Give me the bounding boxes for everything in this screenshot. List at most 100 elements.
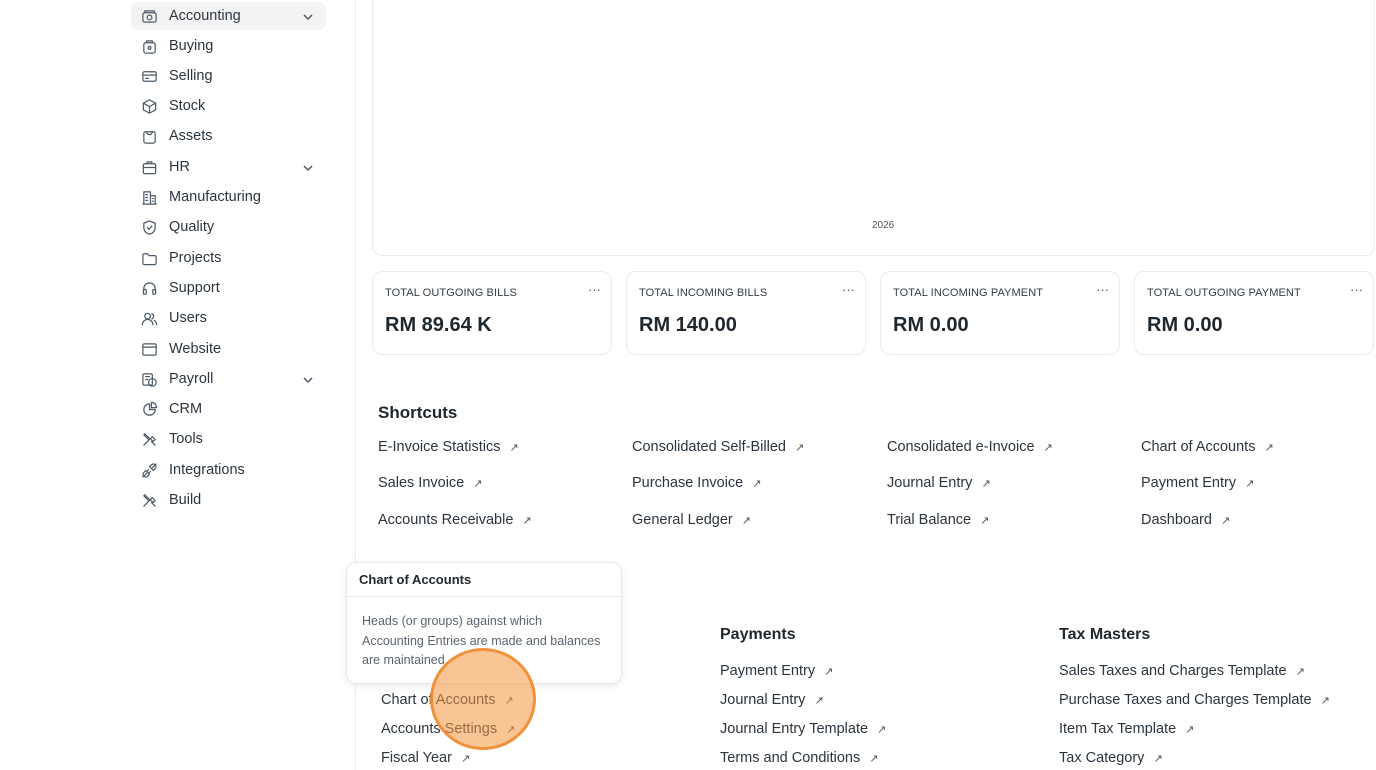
card-link-label: Item Tax Template: [1059, 721, 1177, 737]
sidebar-item-users[interactable]: Users: [131, 304, 326, 332]
sidebar-item-payroll[interactable]: Payroll: [131, 365, 326, 393]
sidebar-item-label: Assets: [169, 128, 213, 144]
card-link-purchase-taxes-template[interactable]: Purchase Taxes and Charges Template ↗: [1059, 692, 1330, 708]
payments-heading: Payments: [720, 626, 796, 643]
card-link-terms-and-conditions[interactable]: Terms and Conditions ↗: [720, 750, 878, 766]
sidebar-item-tools[interactable]: Tools: [131, 425, 326, 453]
arrow-up-right-icon: ↗: [824, 666, 834, 678]
build-icon: [140, 491, 158, 509]
shortcut-payment-entry[interactable]: Payment Entry ↗: [1141, 475, 1254, 491]
stat-card-title: TOTAL OUTGOING PAYMENT: [1147, 287, 1301, 299]
card-link-fiscal-year[interactable]: Fiscal Year ↗: [381, 750, 470, 766]
sidebar-item-projects[interactable]: Projects: [131, 244, 326, 272]
chevron-down-icon[interactable]: [302, 373, 314, 385]
chevron-down-icon[interactable]: [302, 161, 314, 173]
arrow-up-right-icon: ↗: [1295, 666, 1305, 678]
shortcut-journal-entry[interactable]: Journal Entry ↗: [887, 475, 991, 491]
arrow-up-right-icon: ↗: [522, 515, 532, 527]
arrow-up-right-icon: ↗: [1153, 753, 1163, 765]
stock-icon: [140, 97, 158, 115]
crm-icon: [140, 400, 158, 418]
shortcut-accounts-receivable[interactable]: Accounts Receivable ↗: [378, 512, 532, 528]
stat-card-total-incoming-payment[interactable]: TOTAL INCOMING PAYMENT ··· RM 0.00: [880, 271, 1120, 355]
shortcut-consolidated-e-invoice[interactable]: Consolidated e-Invoice ↗: [887, 439, 1053, 455]
sidebar-item-crm[interactable]: CRM: [131, 395, 326, 423]
sidebar-item-label: Buying: [169, 38, 214, 54]
sidebar-item-build[interactable]: Build: [131, 486, 326, 514]
sidebar-item-label: Manufacturing: [169, 189, 261, 205]
buying-icon: [140, 37, 158, 55]
sidebar-item-selling[interactable]: Selling: [131, 62, 326, 90]
sidebar-item-label: Projects: [169, 250, 222, 266]
users-icon: [140, 309, 158, 327]
stat-card-value: RM 89.64 K: [385, 314, 492, 336]
arrow-up-right-icon: ↗: [869, 753, 879, 765]
chevron-down-icon[interactable]: [302, 10, 314, 22]
arrow-up-right-icon: ↗: [1043, 442, 1053, 454]
sidebar-item-quality[interactable]: Quality: [131, 213, 326, 241]
integrations-icon: [140, 461, 158, 479]
sidebar-item-label: Accounting: [169, 8, 241, 24]
sidebar-item-label: Support: [169, 280, 220, 296]
shortcut-sales-invoice[interactable]: Sales Invoice ↗: [378, 475, 482, 491]
payroll-icon: [140, 370, 158, 388]
selling-icon: [140, 67, 158, 85]
shortcut-label: Dashboard: [1141, 512, 1212, 528]
shortcut-purchase-invoice[interactable]: Purchase Invoice ↗: [632, 475, 761, 491]
sidebar-item-assets[interactable]: Assets: [131, 122, 326, 150]
shortcut-general-ledger[interactable]: General Ledger ↗: [632, 512, 751, 528]
shortcut-dashboard[interactable]: Dashboard ↗: [1141, 512, 1230, 528]
sidebar-item-label: Integrations: [169, 462, 245, 478]
sidebar-item-website[interactable]: Website: [131, 335, 326, 363]
card-link-payment-entry[interactable]: Payment Entry ↗: [720, 663, 833, 679]
sidebar-item-integrations[interactable]: Integrations: [131, 456, 326, 484]
card-link-tax-category[interactable]: Tax Category ↗: [1059, 750, 1163, 766]
sidebar-item-label: Stock: [169, 98, 206, 114]
hr-icon: [140, 158, 158, 176]
sidebar-item-support[interactable]: Support: [131, 274, 326, 302]
shortcut-label: E-Invoice Statistics: [378, 439, 501, 455]
more-options-icon[interactable]: ···: [1350, 282, 1363, 297]
shortcut-chart-of-accounts[interactable]: Chart of Accounts ↗: [1141, 439, 1274, 455]
click-indicator: [430, 648, 536, 750]
shortcut-label: Chart of Accounts: [1141, 439, 1256, 455]
sidebar-item-manufacturing[interactable]: Manufacturing: [131, 183, 326, 211]
stat-card-total-outgoing-payment[interactable]: TOTAL OUTGOING PAYMENT ··· RM 0.00: [1134, 271, 1374, 355]
card-link-label: Purchase Taxes and Charges Template: [1059, 692, 1312, 708]
shortcut-trial-balance[interactable]: Trial Balance ↗: [887, 512, 989, 528]
more-options-icon[interactable]: ···: [842, 282, 855, 297]
arrow-up-right-icon: ↗: [814, 695, 824, 707]
card-link-journal-entry-template[interactable]: Journal Entry Template ↗: [720, 721, 886, 737]
card-link-journal-entry[interactable]: Journal Entry ↗: [720, 692, 824, 708]
card-link-sales-taxes-template[interactable]: Sales Taxes and Charges Template ↗: [1059, 663, 1305, 679]
website-icon: [140, 340, 158, 358]
stat-card-value: RM 0.00: [1147, 314, 1223, 336]
shortcut-label: Trial Balance: [887, 512, 972, 528]
arrow-up-right-icon: ↗: [473, 478, 483, 490]
more-options-icon[interactable]: ···: [588, 282, 601, 297]
arrow-up-right-icon: ↗: [980, 515, 990, 527]
accounting-icon: [140, 7, 158, 25]
stat-card-total-outgoing-bills[interactable]: TOTAL OUTGOING BILLS ··· RM 89.64 K: [372, 271, 612, 355]
stat-card-total-incoming-bills[interactable]: TOTAL INCOMING BILLS ··· RM 140.00: [626, 271, 866, 355]
shortcut-consolidated-self-billed[interactable]: Consolidated Self-Billed ↗: [632, 439, 804, 455]
shortcut-label: Journal Entry: [887, 475, 973, 491]
more-options-icon[interactable]: ···: [1096, 282, 1109, 297]
shortcut-e-invoice-statistics[interactable]: E-Invoice Statistics ↗: [378, 439, 519, 455]
shortcut-label: General Ledger: [632, 512, 733, 528]
quality-icon: [140, 218, 158, 236]
chart-x-tick-label: 2026: [872, 220, 895, 231]
tools-icon: [140, 430, 158, 448]
shortcut-label: Accounts Receivable: [378, 512, 514, 528]
sidebar-item-accounting[interactable]: Accounting: [131, 2, 326, 30]
support-icon: [140, 279, 158, 297]
sidebar-item-hr[interactable]: HR: [131, 153, 326, 181]
arrow-up-right-icon: ↗: [1220, 515, 1231, 527]
card-link-label: Journal Entry Template: [720, 721, 869, 737]
shortcut-label: Purchase Invoice: [632, 475, 744, 491]
card-link-label: Sales Taxes and Charges Template: [1059, 663, 1287, 679]
sidebar-item-buying[interactable]: Buying: [131, 32, 326, 60]
card-link-item-tax-template[interactable]: Item Tax Template ↗: [1059, 721, 1194, 737]
sidebar-item-stock[interactable]: Stock: [131, 92, 326, 120]
arrow-up-right-icon: ↗: [1185, 724, 1195, 736]
